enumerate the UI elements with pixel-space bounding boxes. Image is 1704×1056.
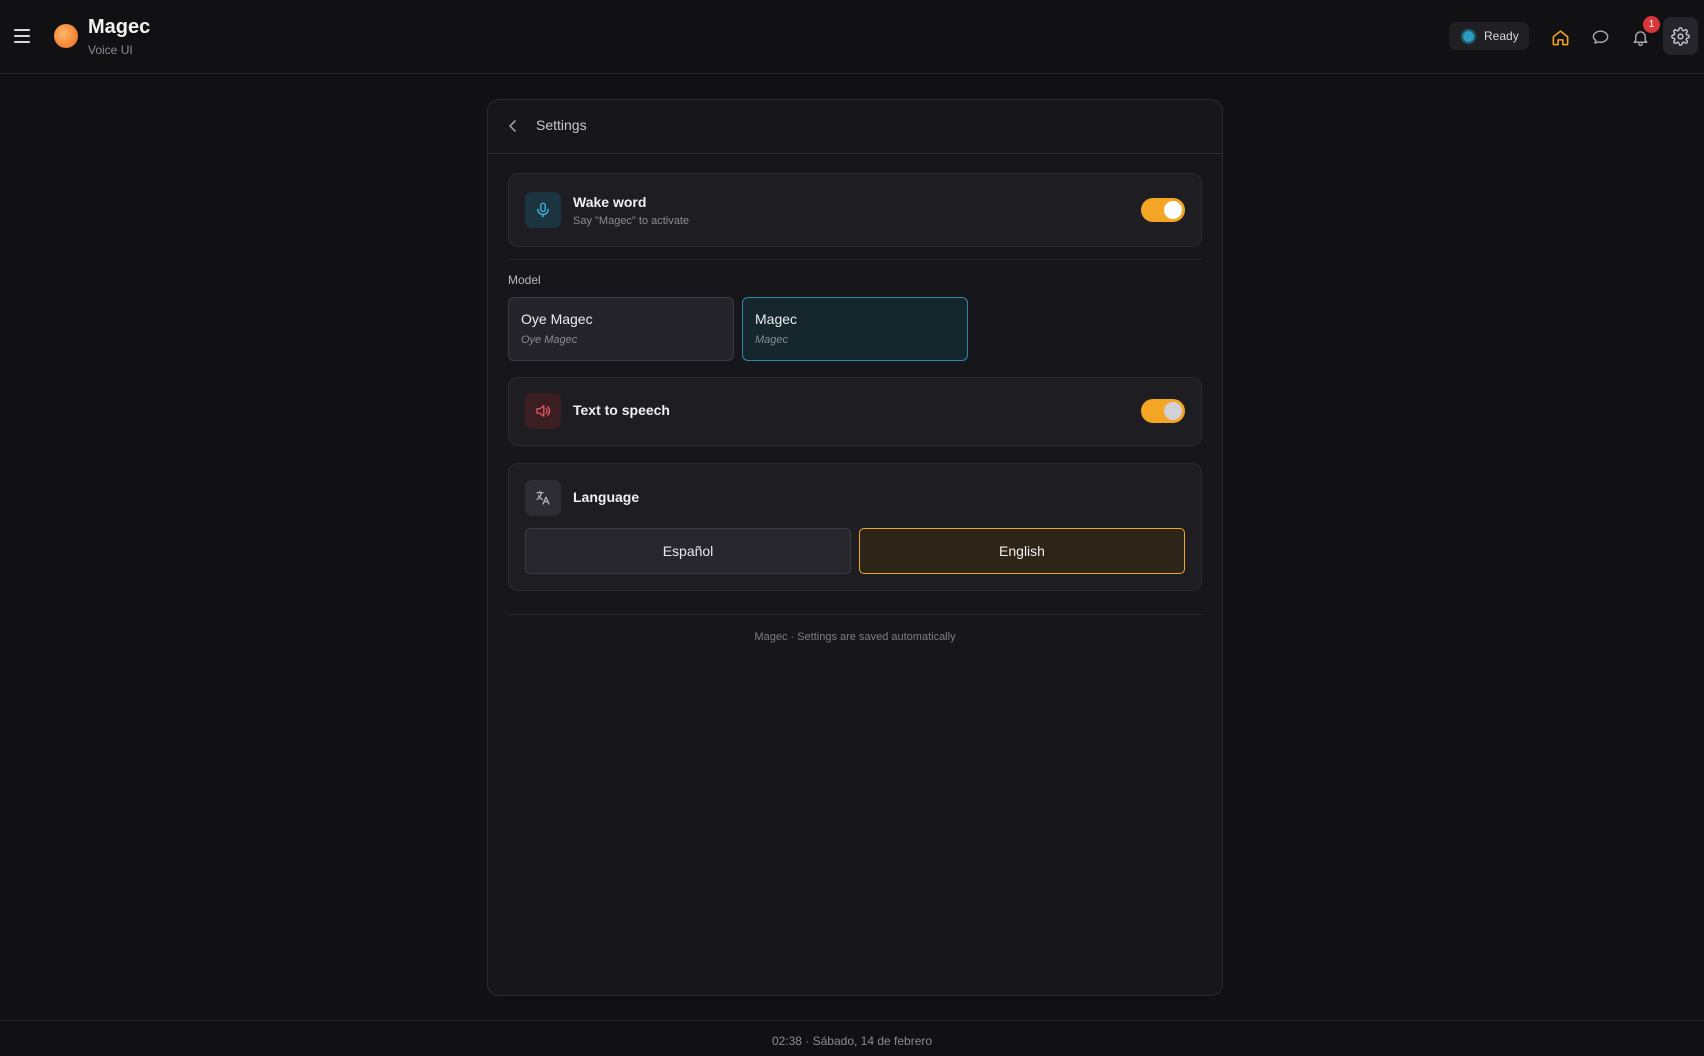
notification-badge: 1: [1643, 16, 1660, 33]
status-badge: Ready: [1449, 22, 1529, 50]
gear-icon[interactable]: [1663, 17, 1698, 55]
toggle-knob: [1164, 201, 1182, 219]
bottom-bar: 02:38 · Sábado, 14 de febrero: [0, 1020, 1704, 1056]
microphone-icon: [525, 192, 561, 228]
chat-icon[interactable]: [1584, 22, 1616, 52]
app-subtitle: Voice UI: [88, 43, 133, 57]
settings-panel: Settings Wake word Say "Magec" to activa…: [487, 99, 1223, 996]
clock-text: 02:38 · Sábado, 14 de febrero: [771, 1034, 933, 1048]
toggle-knob: [1164, 402, 1182, 420]
tts-toggle[interactable]: [1141, 399, 1185, 423]
model-option-alias: Magec: [755, 334, 789, 346]
panel-header: Settings: [488, 100, 1222, 154]
tts-card: Text to speech: [508, 377, 1202, 446]
wake-word-title: Wake word: [573, 194, 647, 210]
settings-footer-note: Magec · Settings are saved automatically: [754, 631, 956, 643]
model-option-name: Oye Magec: [521, 311, 593, 327]
language-title: Language: [573, 489, 640, 505]
status-dot-icon: [1461, 28, 1476, 44]
page-title: Settings: [536, 117, 587, 133]
model-option-name: Magec: [755, 311, 798, 327]
divider: [508, 259, 1202, 260]
model-label: Model: [508, 273, 541, 287]
wake-word-toggle[interactable]: [1141, 198, 1185, 222]
model-option-magec[interactable]: Magec Magec: [742, 297, 968, 361]
logo-icon: [54, 24, 78, 48]
tts-title: Text to speech: [573, 402, 670, 418]
translate-icon: [525, 480, 561, 516]
language-card: Language Español English: [508, 463, 1202, 591]
home-icon[interactable]: [1544, 22, 1576, 52]
wake-word-subtitle: Say "Magec" to activate: [573, 215, 690, 227]
top-bar: Magec Voice UI Ready 1: [0, 0, 1704, 74]
wake-word-card: Wake word Say "Magec" to activate: [508, 173, 1202, 247]
model-option-oye-magec[interactable]: Oye Magec Oye Magec: [508, 297, 734, 361]
language-option-espanol[interactable]: Español: [525, 528, 851, 574]
back-icon[interactable]: [508, 117, 524, 135]
menu-icon[interactable]: [12, 24, 32, 48]
status-text: Ready: [1484, 29, 1519, 43]
divider: [508, 614, 1202, 615]
speaker-icon: [525, 393, 561, 429]
language-option-english[interactable]: English: [859, 528, 1185, 574]
model-option-alias: Oye Magec: [521, 334, 578, 346]
app-title: Magec: [88, 16, 151, 38]
